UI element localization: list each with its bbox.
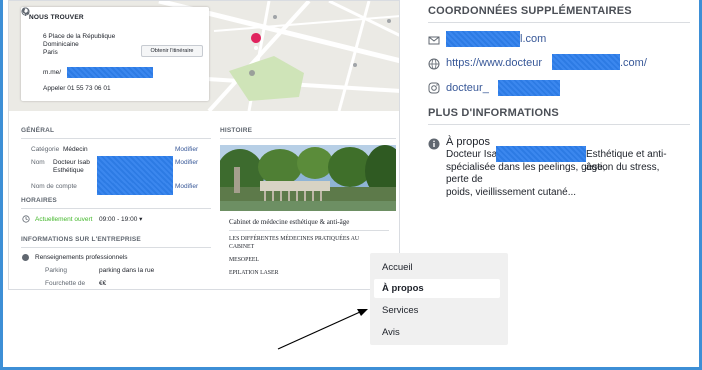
- business-info-heading: INFORMATIONS SUR L'ENTREPRISE: [21, 236, 141, 243]
- pro-info-label: Renseignements professionnels: [35, 254, 128, 261]
- address-line-1: 6 Place de la République: [43, 33, 116, 40]
- history-heading: HISTOIRE: [220, 127, 253, 134]
- find-us-title: NOUS TROUVER: [29, 14, 84, 21]
- messenger-link[interactable]: m.me/: [43, 69, 61, 76]
- price-range-value: €€: [99, 280, 107, 287]
- about-title: À propos: [446, 136, 491, 148]
- redaction-block: [67, 67, 153, 78]
- history-line-1: LES DIFFÉRENTES MÉDECINES PRATIQUÉES AU: [229, 236, 360, 242]
- category-label: Catégorie: [31, 146, 60, 153]
- redaction-block: [97, 156, 173, 184]
- name-value: Docteur Isab Esthétique: [53, 159, 90, 175]
- find-us-card: NOUS TROUVER 6 Place de la République Do…: [21, 7, 209, 101]
- menu-item-about[interactable]: À propos: [374, 279, 500, 298]
- info-icon: [22, 254, 29, 261]
- history-line-3: MESOPEEL: [229, 257, 259, 263]
- park-image: [220, 145, 396, 211]
- messenger-prefix: m.me/: [43, 69, 62, 76]
- hours-heading: HORAIRES: [21, 197, 57, 204]
- page-nav-menu: Accueil À propos Services Avis: [370, 253, 508, 345]
- website-prefix: https://www.docteur: [446, 57, 542, 69]
- address: 6 Place de la République Dominicaine Par…: [43, 33, 125, 57]
- additional-divider: [428, 22, 690, 23]
- about-line-1-end: Esthétique et anti-âge,: [586, 149, 667, 173]
- account-name-label: Nom de compte: [31, 183, 77, 190]
- clock-icon: [22, 215, 30, 223]
- modify-account-link[interactable]: Modifier: [175, 183, 198, 190]
- modify-category-link[interactable]: Modifier: [175, 146, 198, 153]
- phone-icon: [22, 7, 30, 15]
- website-link[interactable]: https://www.docteur: [446, 57, 542, 69]
- history-photo[interactable]: [220, 145, 396, 211]
- hours-divider: [21, 208, 211, 209]
- hours-range-dropdown[interactable]: 09:00 - 19:00 ▾: [99, 216, 142, 224]
- modify-name-link[interactable]: Modifier: [175, 159, 198, 166]
- menu-item-reviews[interactable]: Avis: [374, 323, 500, 342]
- history-text-divider: [229, 230, 389, 231]
- menu-item-services[interactable]: Services: [374, 301, 500, 320]
- parking-label: Parking: [45, 267, 68, 274]
- about-line-3: poids, vieillissement cutané...: [446, 186, 577, 198]
- history-divider: [220, 138, 396, 139]
- category-value: Médecin: [63, 146, 88, 153]
- address-line-3: Paris: [43, 49, 58, 56]
- general-heading: GÉNÉRAL: [21, 127, 55, 134]
- info-icon: [428, 138, 440, 150]
- more-info-heading: PLUS D'INFORMATIONS: [428, 107, 559, 119]
- additional-contacts-heading: COORDONNÉES SUPPLÉMENTAIRES: [428, 5, 632, 17]
- name-label: Nom: [31, 159, 45, 166]
- instagram-icon: [428, 82, 440, 94]
- email-link[interactable]: l.com: [520, 33, 546, 45]
- history-title: Cabinet de médecine esthétique & anti-âg…: [229, 218, 350, 226]
- redaction-block: [97, 183, 173, 195]
- name-line-2: Esthétique: [53, 167, 84, 174]
- address-line-2: Dominicaine: [43, 41, 79, 48]
- open-status: Actuellement ouvert: [35, 216, 93, 223]
- business-info-divider: [21, 247, 211, 248]
- redaction-block: [446, 31, 520, 47]
- more-info-divider: [428, 124, 690, 125]
- phone-link[interactable]: Appeler 01 55 73 06 01: [43, 85, 111, 92]
- map[interactable]: NOUS TROUVER 6 Place de la République Do…: [9, 1, 399, 111]
- general-divider: [21, 138, 211, 139]
- website-suffix[interactable]: .com/: [620, 57, 647, 69]
- redaction-block: [496, 146, 586, 162]
- redaction-block: [498, 80, 560, 96]
- history-line-2: CABINET: [229, 244, 255, 250]
- globe-icon: [428, 58, 440, 70]
- parking-value: parking dans la rue: [99, 267, 155, 274]
- email-icon: [428, 36, 440, 45]
- name-line-1: Docteur Isab: [53, 159, 90, 166]
- page-info-panel: NOUS TROUVER 6 Place de la République Do…: [8, 0, 400, 290]
- menu-item-home[interactable]: Accueil: [374, 258, 500, 277]
- redaction-block: [552, 54, 620, 70]
- get-directions-button[interactable]: Obtenir l'itinéraire: [141, 45, 203, 57]
- additional-info-panel: COORDONNÉES SUPPLÉMENTAIRES l.com https:…: [410, 0, 692, 260]
- instagram-link[interactable]: docteur_: [446, 82, 489, 94]
- price-range-label: Fourchette de: [45, 280, 86, 287]
- history-line-4: EPILATION LASER: [229, 270, 279, 276]
